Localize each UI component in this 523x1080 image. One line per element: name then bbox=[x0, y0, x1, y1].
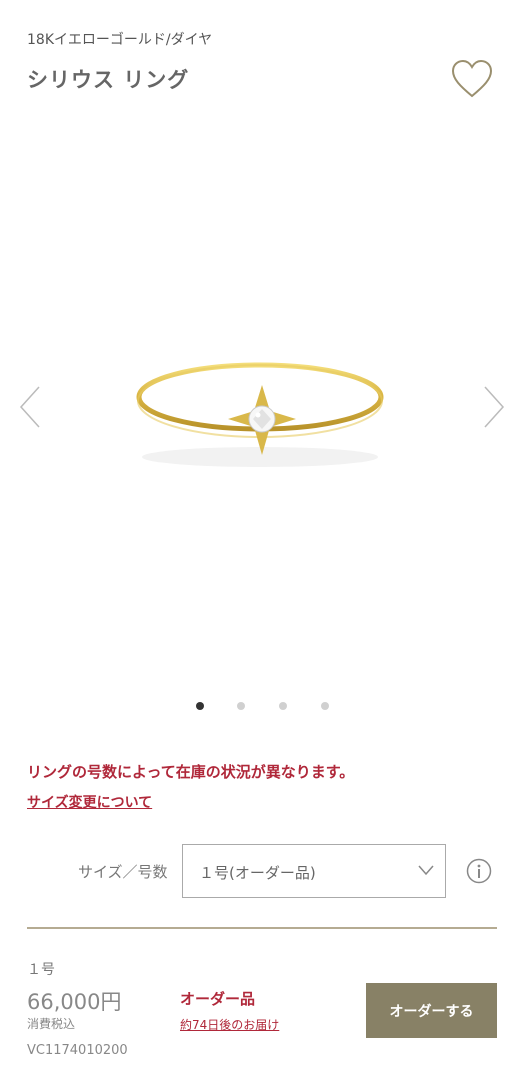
order-button[interactable]: オーダーする bbox=[366, 983, 497, 1038]
stock-notice: リングの号数によって在庫の状況が異なります。 bbox=[27, 763, 355, 781]
order-type-label: オーダー品 bbox=[180, 990, 256, 1008]
heart-icon[interactable] bbox=[450, 58, 494, 100]
product-material: 18Kイエローゴールド/ダイヤ bbox=[27, 32, 213, 48]
size-label: サイズ／号数 bbox=[78, 863, 168, 881]
carousel-dot[interactable] bbox=[321, 702, 329, 710]
delivery-estimate-link[interactable]: 約74日後のお届け bbox=[180, 1016, 279, 1033]
carousel-dot[interactable] bbox=[196, 702, 204, 710]
selected-size: １号 bbox=[27, 962, 55, 978]
product-image bbox=[136, 362, 384, 467]
chevron-right-icon[interactable] bbox=[481, 384, 507, 430]
chevron-down-icon bbox=[418, 865, 434, 876]
size-change-link[interactable]: サイズ変更について bbox=[27, 792, 152, 812]
carousel-dot[interactable] bbox=[279, 702, 287, 710]
product-code: VC1174010200 bbox=[27, 1043, 128, 1058]
tax-note: 消費税込 bbox=[27, 1017, 76, 1031]
info-icon[interactable] bbox=[466, 858, 492, 884]
carousel-dot[interactable] bbox=[237, 702, 245, 710]
carousel-pagination bbox=[0, 702, 523, 712]
chevron-left-icon[interactable] bbox=[17, 384, 43, 430]
product-title: シリウス リング bbox=[27, 68, 190, 92]
price: 66,000円 bbox=[27, 990, 122, 1014]
size-select[interactable]: １号(オーダー品) bbox=[182, 844, 446, 898]
divider bbox=[27, 927, 497, 929]
size-select-value: １号(オーダー品) bbox=[199, 864, 316, 882]
